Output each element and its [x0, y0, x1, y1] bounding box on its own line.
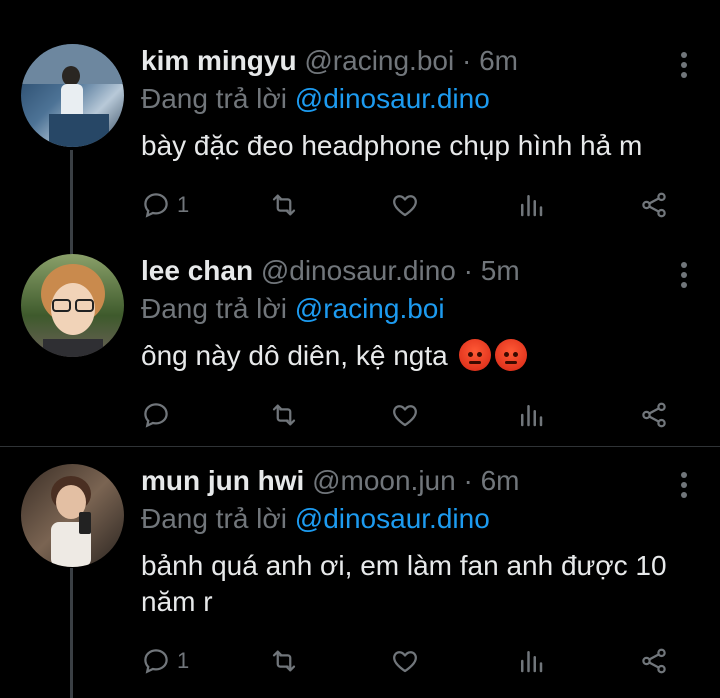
reply-icon: [144, 649, 168, 674]
reply-button[interactable]: 1: [141, 644, 189, 678]
tweet-text: bảnh quá anh ơi, em làm fan anh được 10 …: [141, 550, 667, 617]
replying-prefix: Đang trả lời: [141, 503, 287, 534]
mention-link[interactable]: @dinosaur.dino: [295, 503, 490, 534]
tweet-header: mun jun hwi @moon.jun · 6m: [141, 464, 519, 498]
share-icon: [642, 648, 666, 674]
replying-to: Đang trả lời @dinosaur.dino: [141, 502, 490, 536]
reply-count: 1: [177, 648, 190, 673]
more-options-icon[interactable]: [680, 472, 688, 502]
share-button[interactable]: [639, 644, 669, 678]
tweet[interactable]: mun jun hwi @moon.jun · 6m Đang trả lời …: [0, 0, 720, 698]
retweet-button[interactable]: [269, 644, 299, 678]
timestamp[interactable]: · 6m: [463, 465, 519, 496]
retweet-icon: [272, 650, 296, 672]
avatar[interactable]: [21, 464, 124, 567]
action-bar: 1: [141, 644, 681, 678]
avatar-image: [51, 476, 91, 567]
like-button[interactable]: [390, 644, 420, 678]
analytics-button[interactable]: [516, 644, 546, 678]
user-handle[interactable]: @moon.jun: [312, 465, 456, 496]
heart-icon: [393, 651, 417, 673]
display-name[interactable]: mun jun hwi: [141, 465, 304, 496]
analytics-icon: [521, 651, 543, 673]
